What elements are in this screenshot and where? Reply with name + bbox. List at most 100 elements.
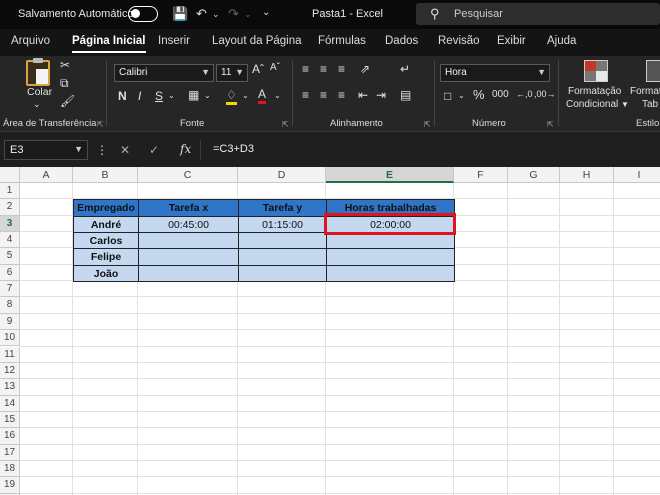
- row-header-6[interactable]: 6: [0, 264, 20, 282]
- column-header-a[interactable]: A: [20, 167, 73, 183]
- employee-name-cell[interactable]: André: [73, 215, 139, 234]
- tab-formulas[interactable]: Fórmulas: [318, 35, 366, 47]
- row-header-18[interactable]: 18: [0, 460, 20, 478]
- conditional-formatting-label-2[interactable]: Condicional: [566, 99, 618, 110]
- column-header-e[interactable]: E: [326, 167, 454, 183]
- row-header-3[interactable]: 3: [0, 215, 20, 233]
- percent-icon[interactable]: %: [473, 87, 485, 102]
- conditional-formatting-label-1[interactable]: Formatação: [568, 86, 621, 97]
- thousands-separator-icon[interactable]: 000: [492, 89, 509, 100]
- copy-icon[interactable]: ⧉: [60, 76, 69, 91]
- italic-icon[interactable]: I: [138, 89, 141, 103]
- table-header-cell[interactable]: Tarefa y: [238, 199, 327, 217]
- align-top-icon[interactable]: ≡: [302, 62, 309, 76]
- bold-icon[interactable]: N: [118, 89, 127, 103]
- orientation-icon[interactable]: ⇗: [360, 62, 370, 76]
- conditional-formatting-icon[interactable]: [584, 60, 608, 82]
- column-header-i[interactable]: I: [614, 167, 660, 183]
- tab-dados[interactable]: Dados: [385, 35, 418, 47]
- align-center-icon[interactable]: ≡: [320, 88, 327, 102]
- column-header-f[interactable]: F: [454, 167, 508, 183]
- tab-ajuda[interactable]: Ajuda: [547, 35, 576, 47]
- time-cell[interactable]: [238, 264, 327, 283]
- redo-dropdown-icon[interactable]: ⌄: [244, 9, 252, 20]
- spreadsheet-grid[interactable]: ABCDEFGHI1234567891011121314151617181920…: [0, 167, 660, 495]
- row-header-16[interactable]: 16: [0, 428, 20, 445]
- row-header-5[interactable]: 5: [0, 248, 20, 265]
- row-header-4[interactable]: 4: [0, 232, 20, 249]
- borders-dropdown-icon[interactable]: ⌄: [204, 91, 211, 100]
- formula-input[interactable]: =C3+D3: [200, 140, 660, 160]
- align-right-icon[interactable]: ≡: [338, 88, 345, 102]
- row-header-11[interactable]: 11: [0, 346, 20, 363]
- row-header-9[interactable]: 9: [0, 313, 20, 331]
- tab-pagina-inicial[interactable]: Página Inicial: [72, 35, 146, 53]
- more-options-icon[interactable]: ⋮: [96, 143, 108, 157]
- time-cell[interactable]: [326, 264, 455, 283]
- font-size-select[interactable]: 11 ▼: [216, 64, 248, 82]
- autosave-toggle[interactable]: [128, 6, 158, 22]
- fill-color-icon[interactable]: ♢: [226, 88, 237, 105]
- tab-layout[interactable]: Layout da Página: [212, 35, 302, 47]
- redo-icon[interactable]: ↷: [228, 6, 239, 22]
- name-box[interactable]: E3 ▼: [4, 140, 88, 160]
- row-header-17[interactable]: 17: [0, 444, 20, 461]
- increase-font-icon[interactable]: Aˆ: [252, 62, 264, 76]
- select-all-corner[interactable]: [0, 167, 20, 183]
- decrease-indent-icon[interactable]: ⇤: [358, 88, 368, 102]
- save-icon[interactable]: 💾: [172, 6, 188, 22]
- insert-function-icon[interactable]: fx: [180, 142, 191, 156]
- time-cell[interactable]: [138, 248, 239, 266]
- time-cell[interactable]: [238, 248, 327, 266]
- alignment-launcher-icon[interactable]: ⇱: [424, 120, 431, 129]
- enter-icon[interactable]: ✓: [149, 143, 159, 157]
- borders-icon[interactable]: ▦: [188, 88, 199, 102]
- row-header-7[interactable]: 7: [0, 281, 20, 298]
- cancel-icon[interactable]: ✕: [120, 143, 130, 157]
- tab-arquivo[interactable]: Arquivo: [11, 35, 50, 47]
- wrap-text-icon[interactable]: ↵: [400, 62, 410, 76]
- row-header-19[interactable]: 19: [0, 477, 20, 494]
- time-cell[interactable]: [326, 248, 455, 266]
- underline-dropdown-icon[interactable]: ⌄: [168, 91, 175, 100]
- fill-dropdown-icon[interactable]: ⌄: [242, 91, 249, 100]
- format-painter-icon[interactable]: 🖌: [60, 94, 75, 108]
- time-cell[interactable]: [238, 232, 327, 250]
- tab-exibir[interactable]: Exibir: [497, 35, 526, 47]
- merge-center-icon[interactable]: ▤: [400, 88, 411, 102]
- column-header-g[interactable]: G: [508, 167, 560, 183]
- time-cell[interactable]: 01:15:00: [238, 215, 327, 234]
- format-table-label-2[interactable]: Tab: [642, 99, 658, 110]
- row-header-14[interactable]: 14: [0, 395, 20, 412]
- number-launcher-icon[interactable]: ⇱: [547, 120, 554, 129]
- align-left-icon[interactable]: ≡: [302, 88, 309, 102]
- accounting-dropdown-icon[interactable]: ⌄: [458, 91, 465, 100]
- paste-label[interactable]: Colar: [27, 86, 52, 98]
- tab-inserir[interactable]: Inserir: [158, 35, 190, 47]
- font-launcher-icon[interactable]: ⇱: [282, 120, 289, 129]
- increase-decimal-icon[interactable]: ←,0: [516, 89, 533, 99]
- format-table-icon[interactable]: [646, 60, 660, 82]
- increase-indent-icon[interactable]: ⇥: [376, 88, 386, 102]
- column-header-c[interactable]: C: [138, 167, 238, 183]
- paste-dropdown-icon[interactable]: ⌄: [33, 99, 41, 110]
- font-name-select[interactable]: Calibri ▼: [114, 64, 214, 82]
- align-middle-icon[interactable]: ≡: [320, 62, 327, 76]
- font-color-icon[interactable]: A: [258, 87, 267, 104]
- search-box[interactable]: ⚲ Pesquisar: [416, 3, 660, 25]
- underline-icon[interactable]: S: [155, 89, 163, 103]
- format-table-label-1[interactable]: Format: [630, 86, 660, 97]
- employee-name-cell[interactable]: Felipe: [73, 248, 139, 266]
- customize-toolbar-icon[interactable]: ⌄: [262, 7, 270, 18]
- decrease-decimal-icon[interactable]: ,00→: [534, 89, 556, 99]
- row-header-8[interactable]: 8: [0, 297, 20, 314]
- table-header-cell[interactable]: Tarefa x: [138, 199, 239, 217]
- row-header-12[interactable]: 12: [0, 362, 20, 380]
- column-header-h[interactable]: H: [560, 167, 614, 183]
- row-header-10[interactable]: 10: [0, 330, 20, 347]
- tab-revisao[interactable]: Revisão: [438, 35, 480, 47]
- align-bottom-icon[interactable]: ≡: [338, 62, 345, 76]
- employee-name-cell[interactable]: João: [73, 264, 139, 283]
- row-header-13[interactable]: 13: [0, 379, 20, 396]
- font-color-dropdown-icon[interactable]: ⌄: [274, 91, 281, 100]
